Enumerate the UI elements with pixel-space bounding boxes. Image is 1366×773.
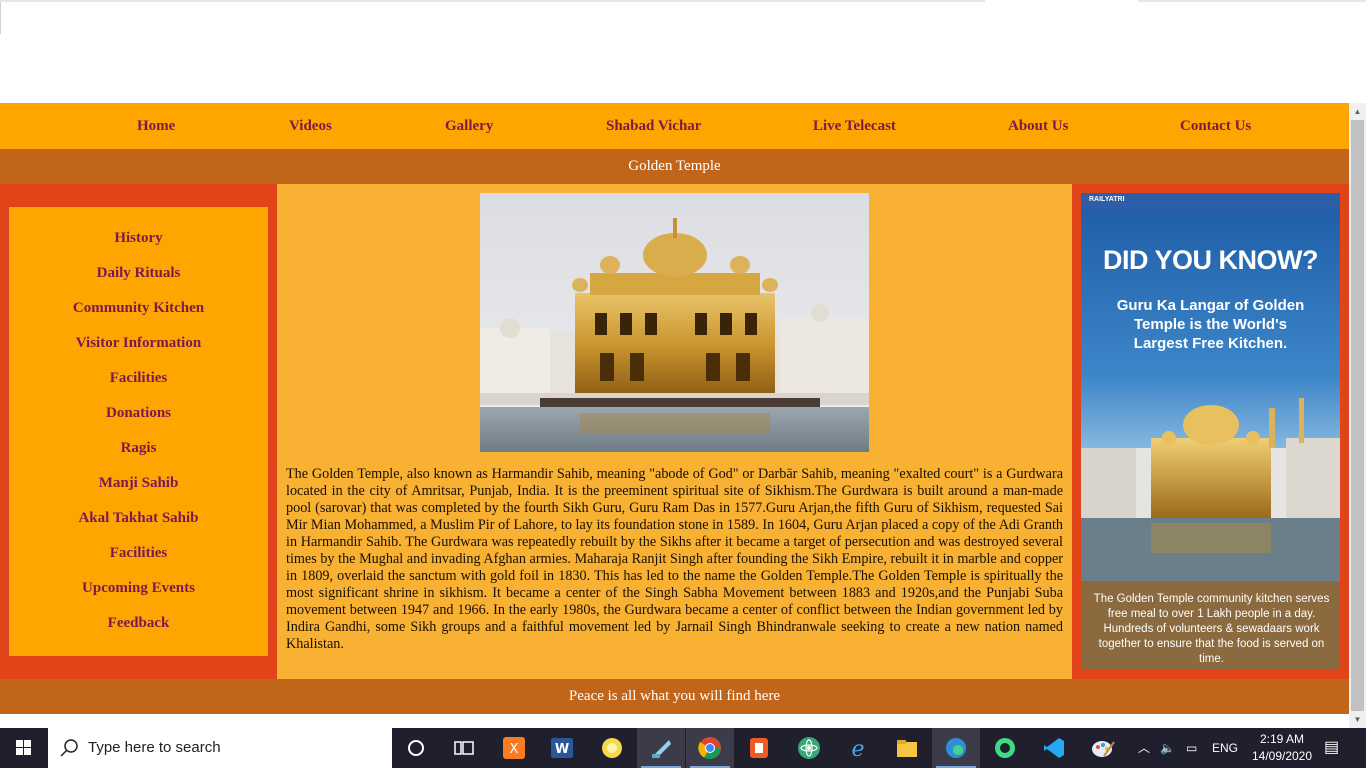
start-button[interactable] [0, 728, 48, 768]
windows-taskbar: Type here to search X W e ︿ 🔈 ▭ ENG 2:19… [0, 728, 1366, 768]
start-icon [16, 740, 31, 755]
nav-home[interactable]: Home [137, 103, 175, 149]
android-studio-icon[interactable] [981, 728, 1029, 768]
vscode-icon[interactable] [1030, 728, 1078, 768]
nav-shabad-vichar[interactable]: Shabad Vichar [606, 103, 701, 149]
chevron-up-icon[interactable]: ︿ [1138, 728, 1150, 768]
left-sidebar: History Daily Rituals Community Kitchen … [0, 184, 277, 679]
svg-text:X: X [510, 742, 519, 757]
xampp-icon[interactable]: X [490, 728, 538, 768]
sidebar-item-facilities[interactable]: Facilities [9, 370, 268, 387]
sidebar-item-upcoming-events[interactable]: Upcoming Events [9, 580, 268, 597]
sidebar-item-manji-sahib[interactable]: Manji Sahib [9, 475, 268, 492]
ad-caption: The Golden Temple community kitchen serv… [1093, 593, 1330, 665]
atom-icon[interactable] [785, 728, 833, 768]
left-edge [0, 2, 1, 34]
svg-text:e: e [851, 737, 864, 760]
volume-icon[interactable]: 🔈 [1160, 728, 1175, 768]
golden-temple-image [480, 193, 869, 452]
right-sidebar: RAILYATRI DID YOU KNOW? Guru Ka Langar o… [1072, 184, 1349, 679]
chrome-icon[interactable] [686, 728, 734, 768]
ad-brand: RAILYATRI [1089, 196, 1125, 203]
edge-icon[interactable] [932, 728, 980, 768]
nav-gallery[interactable]: Gallery [445, 103, 493, 149]
nav-live-telecast[interactable]: Live Telecast [813, 103, 896, 149]
nav-about-us[interactable]: About Us [1008, 103, 1068, 149]
sidebar-item-community-kitchen[interactable]: Community Kitchen [9, 300, 268, 317]
main-nav: Home Videos Gallery Shabad Vichar Live T… [0, 103, 1349, 149]
footer-text: Peace is all what you will find here [0, 679, 1349, 714]
browser-viewport-top [0, 0, 1366, 103]
page-title: Golden Temple [0, 149, 1349, 184]
sidebar-item-donations[interactable]: Donations [9, 405, 268, 422]
nav-contact-us[interactable]: Contact Us [1180, 103, 1251, 149]
internet-explorer-icon[interactable]: e [834, 728, 882, 768]
sidebar-item-ragis[interactable]: Ragis [9, 440, 268, 457]
task-view-icon[interactable] [440, 728, 488, 768]
clock-date: 14/09/2020 [1251, 749, 1313, 763]
sticky-notes-icon[interactable] [588, 728, 636, 768]
page-bottom [0, 714, 1349, 728]
sidebar-item-feedback[interactable]: Feedback [9, 615, 268, 632]
paint-icon[interactable] [1079, 728, 1127, 768]
clock-time: 2:19 AM [1259, 732, 1305, 746]
scroll-down-icon[interactable]: ▼ [1349, 711, 1366, 728]
vertical-scrollbar[interactable]: ▲ ▼ [1349, 103, 1366, 728]
top-divider [0, 0, 985, 2]
taskbar-clock[interactable]: 2:19 AM 14/09/2020 [1246, 731, 1318, 765]
word-icon[interactable]: W [538, 728, 586, 768]
ad-subheadline: Guru Ka Langar of Golden Temple is the W… [1116, 297, 1305, 352]
powerpoint-icon[interactable] [735, 728, 783, 768]
article-text: The Golden Temple, also known as Harmand… [286, 466, 1063, 652]
sidebar-item-visitor-information[interactable]: Visitor Information [9, 335, 268, 352]
scroll-up-icon[interactable]: ▲ [1349, 103, 1366, 120]
file-explorer-icon[interactable] [883, 728, 931, 768]
sidebar-item-daily-rituals[interactable]: Daily Rituals [9, 265, 268, 282]
ad-headline: DID YOU KNOW? [1103, 245, 1319, 275]
cortana-icon[interactable] [392, 728, 440, 768]
notepad-icon[interactable] [637, 728, 685, 768]
language-indicator[interactable]: ENG [1212, 728, 1238, 768]
scroll-thumb[interactable] [1351, 120, 1364, 711]
advertisement-banner[interactable]: RAILYATRI DID YOU KNOW? Guru Ka Langar o… [1081, 193, 1340, 670]
sidebar-menu: History Daily Rituals Community Kitchen … [9, 207, 268, 656]
search-placeholder: Type here to search [88, 739, 221, 756]
search-icon [60, 739, 78, 757]
sidebar-item-akal-takhat-sahib[interactable]: Akal Takhat Sahib [9, 510, 268, 527]
main-content: The Golden Temple, also known as Harmand… [277, 184, 1072, 679]
battery-icon[interactable]: ▭ [1186, 728, 1197, 768]
top-divider [1138, 0, 1366, 2]
sidebar-item-history[interactable]: History [9, 230, 268, 247]
sidebar-item-facilities-2[interactable]: Facilities [9, 545, 268, 562]
nav-videos[interactable]: Videos [289, 103, 332, 149]
taskbar-search-box[interactable]: Type here to search [48, 728, 392, 768]
notifications-icon[interactable]: ▤ [1324, 728, 1339, 768]
svg-text:W: W [555, 742, 569, 757]
